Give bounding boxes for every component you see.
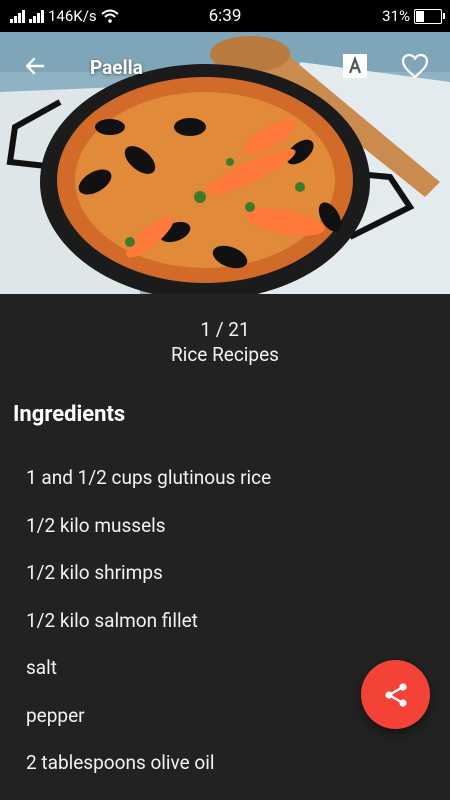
translate-icon xyxy=(343,54,367,78)
ingredients-heading: Ingredients xyxy=(13,402,126,427)
ingredient-item: 1/2 kilo salmon fillet xyxy=(26,608,198,632)
ingredient-item: 1 and 1/2 cups glutinous rice xyxy=(26,466,272,489)
heart-icon xyxy=(401,53,429,79)
battery-percent: 31% xyxy=(382,7,410,25)
back-button[interactable] xyxy=(15,46,55,86)
ingredients-list: 1 and 1/2 cups glutinous rice 1/2 kilo m… xyxy=(26,464,271,797)
ingredient-item: 2 tablespoons olive oil xyxy=(26,751,215,774)
ingredient-item: pepper xyxy=(26,703,85,727)
status-right: 31% xyxy=(382,7,445,25)
recipe-meta: 1 / 21 Rice Recipes xyxy=(0,317,450,367)
ingredient-item: 1/2 kilo mussels xyxy=(26,513,166,537)
back-arrow-icon xyxy=(25,57,45,75)
recipe-position: 1 / 21 xyxy=(200,318,250,341)
share-icon xyxy=(384,682,407,707)
battery-icon xyxy=(414,8,445,24)
translate-button[interactable] xyxy=(335,46,375,86)
recipe-category: Rice Recipes xyxy=(171,343,279,366)
status-bar: 146K/s 6:39 31% xyxy=(0,0,450,32)
share-fab-button[interactable] xyxy=(361,660,430,729)
app-bar: Paella xyxy=(0,32,450,100)
ingredient-item: salt xyxy=(26,656,57,679)
recipe-title: Paella xyxy=(90,56,143,79)
favorite-button[interactable] xyxy=(395,46,435,86)
ingredient-item: 1/2 kilo shrimps xyxy=(26,561,163,584)
battery-level xyxy=(416,10,425,22)
